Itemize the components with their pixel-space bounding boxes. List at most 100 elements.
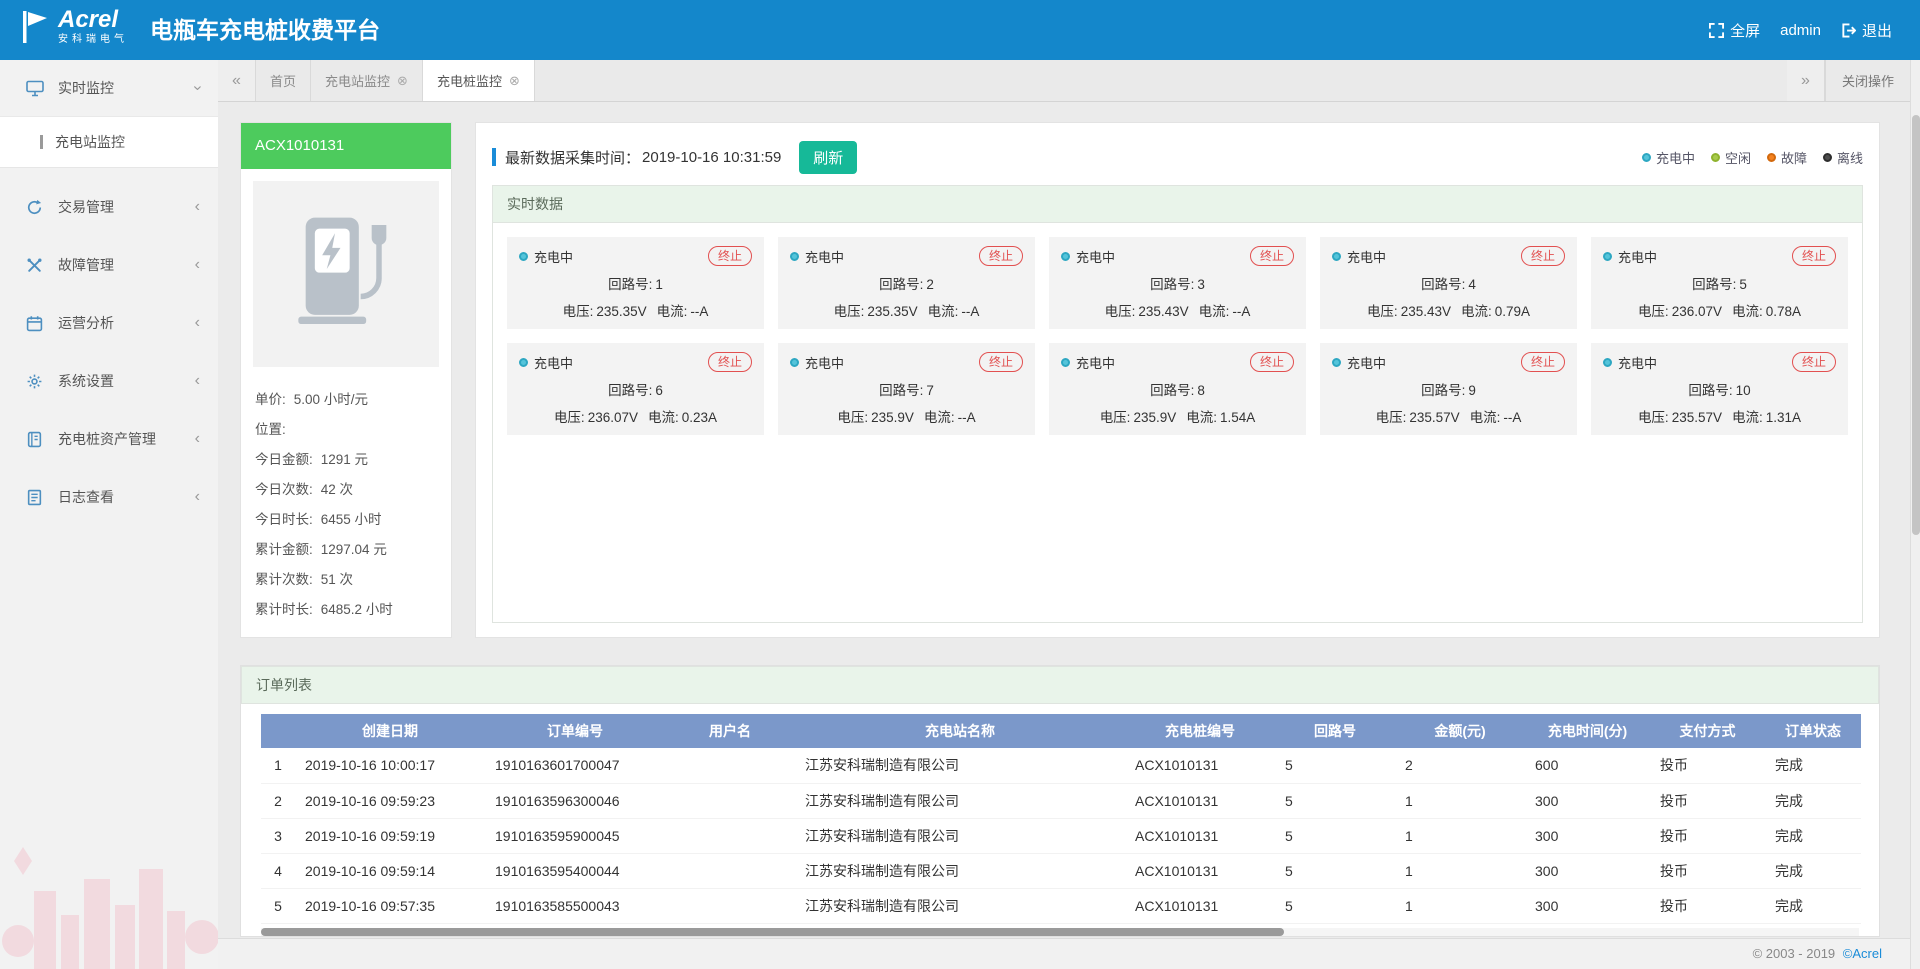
chevron-left-icon: ‹	[195, 314, 200, 332]
vertical-scrollbar[interactable]	[1910, 60, 1920, 969]
refresh-button[interactable]: 刷新	[799, 141, 857, 174]
horizontal-scrollbar-thumb[interactable]	[261, 928, 1284, 936]
stat-today-duration: 今日时长:6455 小时	[255, 505, 437, 535]
circuit-number: 回路号:10	[1603, 379, 1836, 399]
order-cell: 4	[261, 853, 295, 888]
sidebar-item-analytics[interactable]: 运营分析 ‹	[0, 294, 218, 352]
order-row: 4 2019-10-16 09:59:14 1910163595400044 江…	[261, 853, 1861, 888]
legend-idle: 空闲	[1711, 148, 1751, 167]
col-pile-no: 充电桩编号	[1125, 714, 1275, 748]
tabs-scroll-left-button[interactable]: «	[218, 60, 256, 101]
tab-label: 充电站监控	[325, 71, 390, 90]
order-cell: 5	[261, 888, 295, 923]
order-cell: 300	[1525, 853, 1650, 888]
order-cell: 5	[1275, 783, 1395, 818]
sidebar-item-pile-assets[interactable]: 充电桩资产管理 ‹	[0, 410, 218, 468]
sidebar-item-realtime-monitor[interactable]: 实时监控 ‹	[0, 60, 218, 116]
terminate-button[interactable]: 终止	[979, 246, 1023, 266]
sidebar-item-settings[interactable]: 系统设置 ‹	[0, 352, 218, 410]
orders-panel: 订单列表 创建日期 订单编号 用户名 充电站名称 充电桩编号	[240, 665, 1880, 937]
sidebar-item-label: 故障管理	[58, 255, 195, 275]
stat-total-count: 累计次数:51 次	[255, 565, 437, 595]
chevron-left-icon: ‹	[195, 198, 200, 216]
order-cell: 5	[1275, 748, 1395, 783]
cityscape-decoration	[0, 819, 218, 969]
double-chevron-right-icon: »	[1801, 72, 1810, 90]
order-cell: 投币	[1650, 818, 1765, 853]
terminate-button[interactable]: 终止	[1792, 246, 1836, 266]
offline-dot-icon	[1823, 153, 1832, 162]
fullscreen-button[interactable]: 全屏	[1709, 20, 1760, 41]
col-circuit-no: 回路号	[1275, 714, 1395, 748]
tab-close-icon[interactable]: ⊗	[509, 73, 520, 89]
charging-dot-icon	[790, 252, 799, 261]
charging-dot-icon	[1061, 252, 1070, 261]
vertical-scrollbar-thumb[interactable]	[1912, 115, 1920, 535]
terminate-button[interactable]: 终止	[1521, 246, 1565, 266]
acrel-link[interactable]: ©Acrel	[1843, 946, 1882, 961]
circuit-number: 回路号:4	[1332, 273, 1565, 293]
circuit-card-10: 充电中终止 回路号:10 电压:235.57V电流:1.31A	[1591, 343, 1848, 435]
tab-home[interactable]: 首页	[256, 60, 311, 101]
logout-label: 退出	[1862, 20, 1892, 41]
terminate-button[interactable]: 终止	[1250, 352, 1294, 372]
terminate-button[interactable]: 终止	[708, 352, 752, 372]
order-row: 1 2019-10-16 10:00:17 1910163601700047 江…	[261, 748, 1861, 783]
col-seq	[261, 714, 295, 748]
orders-table: 创建日期 订单编号 用户名 充电站名称 充电桩编号 回路号 金额(元) 充电时间…	[261, 714, 1859, 936]
gear-icon	[26, 372, 46, 390]
terminate-button[interactable]: 终止	[1250, 246, 1294, 266]
terminate-button[interactable]: 终止	[1792, 352, 1836, 372]
circuit-number: 回路号:3	[1061, 273, 1294, 293]
order-cell: 完成	[1765, 888, 1861, 923]
collect-time-row: 最新数据采集时间： 2019-10-16 10:31:59 刷新 充电中 空闲 …	[492, 139, 1863, 175]
order-cell: 5	[1275, 818, 1395, 853]
order-cell: 完成	[1765, 783, 1861, 818]
charging-dot-icon	[1642, 153, 1651, 162]
circuit-readings: 电压:236.07V电流:0.78A	[1603, 300, 1836, 320]
charging-dot-icon	[1332, 252, 1341, 261]
order-cell: 投币	[1650, 748, 1765, 783]
horizontal-scrollbar[interactable]	[261, 928, 1859, 936]
active-marker	[40, 135, 43, 149]
order-cell: ACX1010131	[1125, 888, 1275, 923]
menu-spacer	[0, 168, 218, 178]
sidebar-item-logs[interactable]: 日志查看 ‹	[0, 468, 218, 526]
sidebar-item-faults[interactable]: 故障管理 ‹	[0, 236, 218, 294]
charging-dot-icon	[1332, 358, 1341, 367]
brand-name: Acrel	[58, 7, 128, 33]
order-cell: 300	[1525, 783, 1650, 818]
tabbar-spacer	[535, 60, 1787, 101]
tab-label: 充电桩监控	[437, 71, 502, 90]
close-operations-button[interactable]: 关闭操作	[1825, 60, 1910, 101]
charging-dot-icon	[519, 358, 528, 367]
col-station-name: 充电站名称	[795, 714, 1125, 748]
order-cell: 2019-10-16 09:59:19	[295, 818, 485, 853]
circuit-readings: 电压:235.43V电流:--A	[1061, 300, 1294, 320]
order-cell	[665, 783, 795, 818]
logout-button[interactable]: 退出	[1841, 20, 1892, 41]
circuit-readings: 电压:235.35V电流:--A	[519, 300, 752, 320]
tabs-scroll-right-button[interactable]: »	[1787, 60, 1825, 101]
tab-pile-monitor[interactable]: 充电桩监控 ⊗	[423, 60, 535, 101]
charging-dot-icon	[1061, 358, 1070, 367]
tab-station-monitor[interactable]: 充电站监控 ⊗	[311, 60, 423, 101]
app-header: Acrel 安科瑞电气 电瓶车充电桩收费平台 全屏 admin 退出	[0, 0, 1920, 60]
sidebar-item-transactions[interactable]: 交易管理 ‹	[0, 178, 218, 236]
order-row: 5 2019-10-16 09:57:35 1910163585500043 江…	[261, 888, 1861, 923]
logout-icon	[1841, 23, 1856, 38]
order-cell: 2	[1395, 748, 1525, 783]
order-cell: 300	[1525, 888, 1650, 923]
circuit-readings: 电压:235.9V电流:--A	[790, 406, 1023, 426]
tab-close-icon[interactable]: ⊗	[397, 73, 408, 89]
legend-fault: 故障	[1767, 148, 1807, 167]
terminate-button[interactable]: 终止	[979, 352, 1023, 372]
idle-dot-icon	[1711, 153, 1720, 162]
terminate-button[interactable]: 终止	[1521, 352, 1565, 372]
brand-subtitle: 安科瑞电气	[58, 33, 128, 47]
fullscreen-icon	[1709, 23, 1724, 38]
chevron-left-icon: ‹	[195, 430, 200, 448]
sidebar-item-label: 系统设置	[58, 371, 195, 391]
terminate-button[interactable]: 终止	[708, 246, 752, 266]
sidebar-item-station-monitor[interactable]: 充电站监控	[0, 116, 218, 168]
